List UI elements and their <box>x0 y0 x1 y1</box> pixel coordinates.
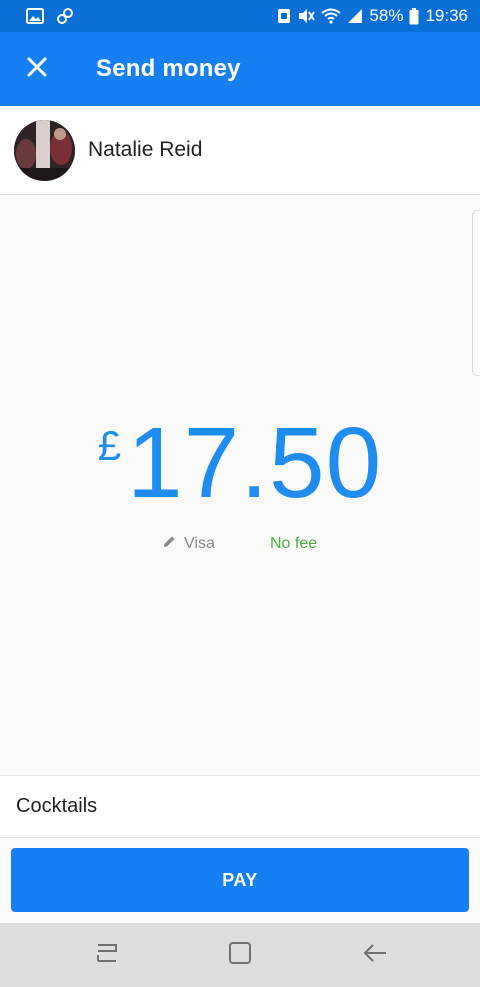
recipient-name: Natalie Reid <box>88 138 203 161</box>
payment-note[interactable]: Cocktails <box>0 775 480 838</box>
image-icon <box>26 8 44 24</box>
home-button[interactable] <box>210 923 270 987</box>
recent-apps-icon <box>94 942 120 969</box>
close-button[interactable] <box>0 32 74 106</box>
payment-method-label: Visa <box>184 535 215 552</box>
recipient-row[interactable]: Natalie Reid <box>0 106 480 195</box>
amount-display[interactable]: £ 17.50 <box>0 408 480 518</box>
status-bar: 58% 19:36 <box>0 0 480 32</box>
signal-icon <box>347 8 363 24</box>
recent-apps-button[interactable] <box>77 923 137 987</box>
close-icon <box>26 56 48 83</box>
battery-icon <box>409 7 419 25</box>
status-time: 19:36 <box>425 6 468 25</box>
wifi-icon <box>321 8 342 24</box>
status-right-icons: 58% 19:36 <box>277 6 468 26</box>
pay-button[interactable]: PAY <box>11 848 469 912</box>
fee-label: No fee <box>270 535 318 552</box>
back-arrow-icon <box>362 942 388 969</box>
avatar <box>14 119 75 181</box>
amount-value: 17.50 <box>127 407 383 519</box>
back-button[interactable] <box>345 923 405 987</box>
battery-percent: 58% <box>369 6 404 25</box>
currency-symbol: £ <box>97 422 122 469</box>
home-icon <box>228 941 252 970</box>
side-panel-handle[interactable] <box>472 210 480 376</box>
pencil-icon <box>163 535 176 553</box>
navigation-bar <box>0 923 480 987</box>
page-title: Send money <box>96 55 241 82</box>
payment-method[interactable]: Visa <box>163 535 215 553</box>
app-bar: Send money <box>0 32 480 106</box>
nfc-icon <box>277 8 291 24</box>
status-left-icons <box>26 7 74 25</box>
payment-meta: Visa No fee <box>0 532 480 556</box>
mute-icon <box>297 8 316 24</box>
link-icon <box>56 7 74 25</box>
